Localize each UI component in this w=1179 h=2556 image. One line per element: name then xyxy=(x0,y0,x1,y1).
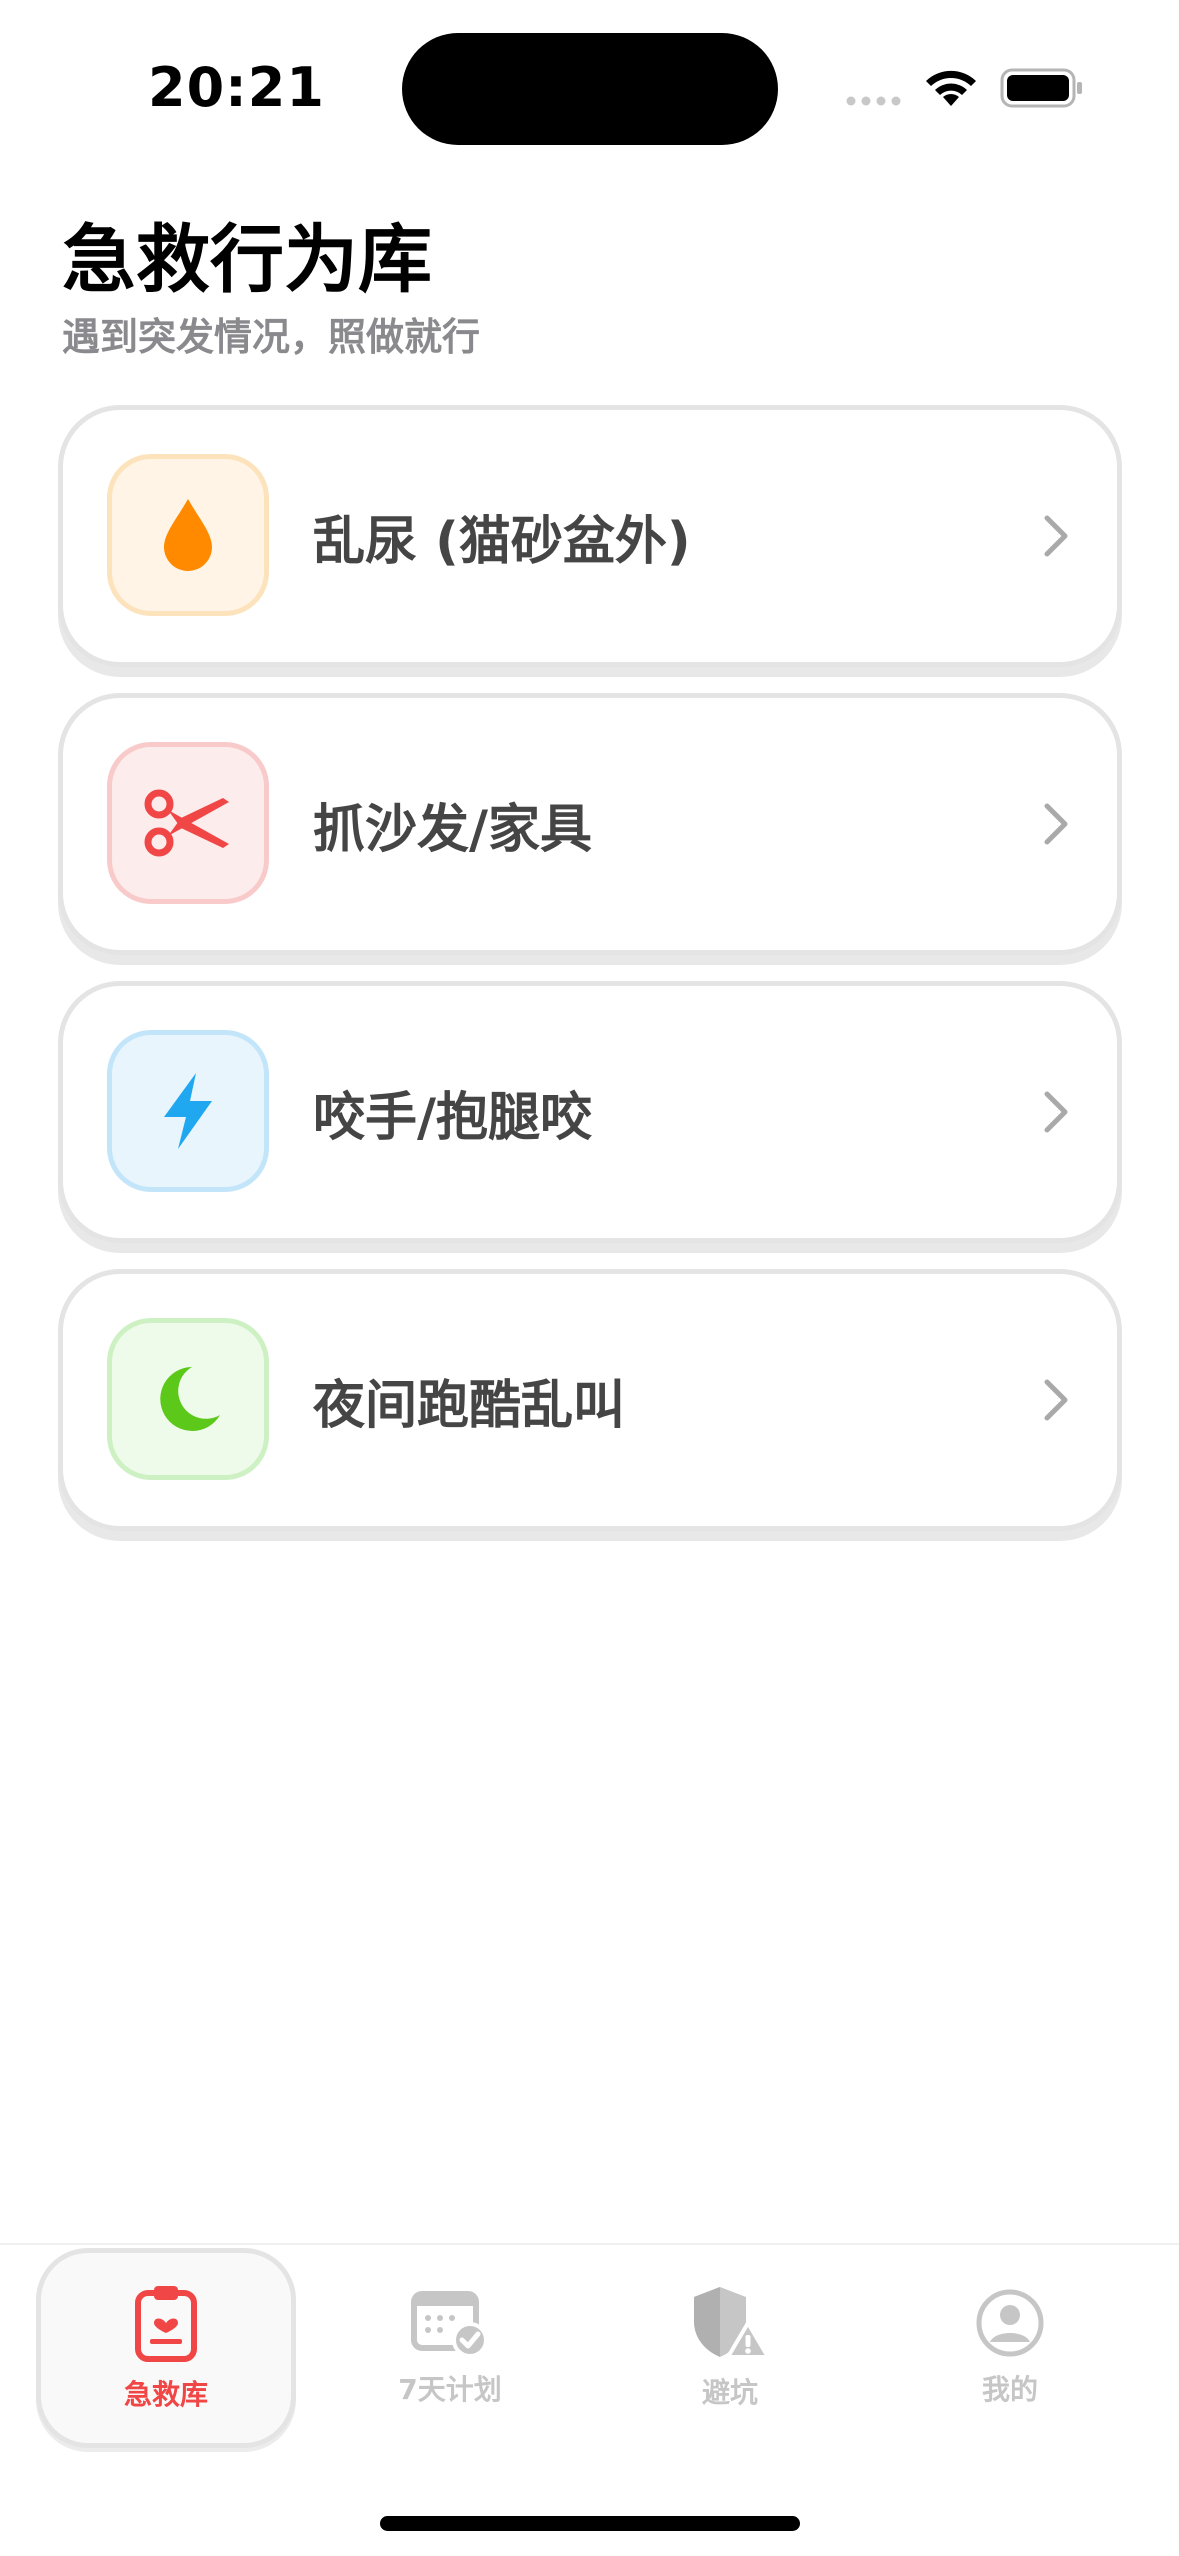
wifi-icon xyxy=(926,70,976,106)
screen: 20:21 急救行为库 遇到突发情况，照做就行 乱尿 (猫砂盆外) 抓沙发/家具… xyxy=(0,0,1179,2556)
battery-icon xyxy=(1000,68,1082,108)
tab-label: 避坑 xyxy=(701,2375,758,2409)
home-indicator[interactable] xyxy=(380,2516,800,2531)
tab-7-day-plan[interactable]: 7天计划 xyxy=(320,2245,580,2450)
person-circle-icon xyxy=(976,2289,1044,2356)
tab-rescue-library[interactable]: 急救库 xyxy=(36,2248,296,2448)
tab-label: 我的 xyxy=(981,2372,1038,2406)
status-time: 20:21 xyxy=(148,56,325,119)
water-drop-icon-tile xyxy=(107,454,269,616)
calendar-check-icon xyxy=(411,2290,488,2358)
card-biting[interactable]: 咬手/抱腿咬 xyxy=(58,981,1122,1243)
card-label: 乱尿 (猫砂盆外) xyxy=(313,511,691,572)
scissors-icon xyxy=(144,789,229,857)
tab-pitfalls[interactable]: 避坑 xyxy=(600,2245,860,2450)
tab-label: 急救库 xyxy=(123,2378,208,2411)
card-label: 抓沙发/家具 xyxy=(313,799,592,860)
water-drop-icon xyxy=(164,499,212,571)
chevron-right-icon xyxy=(1044,515,1068,557)
shield-warning-icon xyxy=(694,2286,770,2359)
chevron-right-icon xyxy=(1044,1379,1068,1421)
moon-icon-tile xyxy=(107,1318,269,1480)
dynamic-island xyxy=(402,33,778,145)
lightning-icon xyxy=(164,1073,212,1149)
card-scratching[interactable]: 抓沙发/家具 xyxy=(58,693,1122,955)
card-urination[interactable]: 乱尿 (猫砂盆外) xyxy=(58,405,1122,667)
lightning-icon-tile xyxy=(107,1030,269,1192)
moon-icon xyxy=(160,1367,220,1431)
clipboard-heart-icon xyxy=(135,2286,197,2362)
card-label: 夜间跑酷乱叫 xyxy=(313,1375,626,1436)
card-label: 咬手/抱腿咬 xyxy=(313,1087,592,1148)
card-night-zoomies[interactable]: 夜间跑酷乱叫 xyxy=(58,1269,1122,1531)
tab-profile[interactable]: 我的 xyxy=(880,2245,1140,2450)
tab-bar: 急救库 7天计划 避坑 我的 xyxy=(0,2243,1179,2556)
page-subtitle: 遇到突发情况，照做就行 xyxy=(62,315,481,359)
scissors-icon-tile xyxy=(107,742,269,904)
chevron-right-icon xyxy=(1044,1091,1068,1133)
signal-icon xyxy=(846,96,901,106)
tab-label: 7天计划 xyxy=(398,2372,502,2406)
chevron-right-icon xyxy=(1044,803,1068,845)
page-title: 急救行为库 xyxy=(62,217,432,303)
